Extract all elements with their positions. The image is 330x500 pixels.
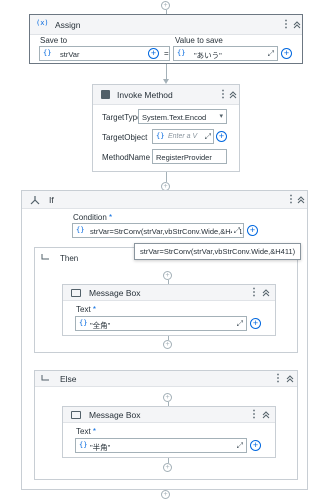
expression-icon: {} xyxy=(156,132,165,140)
expression-icon: {} xyxy=(79,319,88,327)
branch-arrow-icon xyxy=(41,254,49,260)
assign-activity[interactable]: (x) Assign ⋮ Save to Value to save {} st… xyxy=(29,14,303,64)
add-text-button[interactable]: + xyxy=(250,440,261,451)
expression-icon: {} xyxy=(43,49,52,57)
text-label: Text * xyxy=(76,427,97,436)
more-options-icon[interactable]: ⋮ xyxy=(218,89,228,101)
connector-line xyxy=(166,172,167,182)
invoke-method-activity[interactable]: Invoke Method ⋮ TargetType System.Text.E… xyxy=(92,84,240,172)
assign-icon: (x) xyxy=(36,19,49,27)
else-title: Else xyxy=(60,374,77,384)
invoke-header: Invoke Method ⋮ xyxy=(93,85,239,105)
text-field[interactable]: {} "半角" ⤢ xyxy=(75,438,247,453)
box-icon xyxy=(101,90,110,99)
message-box-header: Message Box ⋮ xyxy=(63,285,275,301)
target-type-select[interactable]: System.Text.Encod ▾ xyxy=(138,109,227,124)
add-activity-button[interactable]: + xyxy=(163,340,172,349)
condition-tooltip: strVar=StrConv(strVar,vbStrConv.Wide,&H4… xyxy=(134,243,302,260)
add-activity-button[interactable]: + xyxy=(163,393,172,402)
expand-editor-icon[interactable]: ⤢ xyxy=(268,49,274,59)
target-object-label: TargetObject xyxy=(102,133,148,142)
if-header: If ⋮ xyxy=(22,191,307,209)
assign-title: Assign xyxy=(55,20,81,30)
add-activity-bottom[interactable]: + xyxy=(161,490,170,499)
save-to-label: Save to xyxy=(40,36,68,45)
add-condition-button[interactable]: + xyxy=(247,225,258,236)
collapse-icon[interactable] xyxy=(296,195,306,205)
more-options-icon[interactable]: ⋮ xyxy=(249,287,259,299)
message-box-title: Message Box xyxy=(89,288,141,298)
message-box-header: Message Box ⋮ xyxy=(63,407,275,423)
collapse-icon[interactable] xyxy=(228,90,238,100)
expression-icon: {} xyxy=(76,226,85,234)
more-options-icon[interactable]: ⋮ xyxy=(273,373,283,385)
add-text-button[interactable]: + xyxy=(250,318,261,329)
value-to-save-field[interactable]: {} "あいう" ⤢ xyxy=(173,46,278,61)
add-value-button[interactable]: + xyxy=(281,48,292,59)
then-title: Then xyxy=(60,254,79,263)
message-icon xyxy=(71,411,81,419)
more-options-icon[interactable]: ⋮ xyxy=(249,409,259,421)
message-box-activity[interactable]: Message Box ⋮ Text * {} "全角" ⤢ + xyxy=(62,284,276,336)
condition-field[interactable]: {} strVar=StrConv(strVar,vbStrConv.Wide,… xyxy=(72,223,244,238)
message-box-title: Message Box xyxy=(89,410,141,420)
else-branch: Else ⋮ + Message Box ⋮ Text * {} "半角" ⤢ … xyxy=(34,370,298,480)
more-options-icon[interactable]: ⋮ xyxy=(286,194,296,206)
target-type-label: TargetType xyxy=(102,113,142,122)
message-icon xyxy=(71,289,81,297)
branch-arrow-icon xyxy=(41,375,49,381)
collapse-icon[interactable] xyxy=(285,374,295,384)
add-target-object-button[interactable]: + xyxy=(216,131,227,142)
chevron-down-icon: ▾ xyxy=(219,113,223,120)
expand-editor-icon[interactable]: ⤢ xyxy=(237,319,243,329)
value-to-save-label: Value to save xyxy=(175,36,223,45)
branch-icon xyxy=(30,196,40,205)
if-activity[interactable]: If ⋮ Condition * {} strVar=StrConv(strVa… xyxy=(21,190,308,490)
message-box-activity[interactable]: Message Box ⋮ Text * {} "半角" ⤢ + xyxy=(62,406,276,458)
assign-header: (x) Assign ⋮ xyxy=(30,15,302,35)
text-label: Text * xyxy=(76,305,97,314)
add-activity-button[interactable]: + xyxy=(163,271,172,280)
expand-editor-icon[interactable]: ⤢ xyxy=(237,441,243,451)
then-branch: Then + Message Box ⋮ Text * {} "全角" ⤢ + … xyxy=(34,247,298,353)
add-variable-button[interactable]: + xyxy=(148,48,159,59)
add-activity-button[interactable]: + xyxy=(163,463,172,472)
collapse-icon[interactable] xyxy=(292,20,302,30)
else-header: Else ⋮ xyxy=(35,371,297,387)
method-name-field[interactable]: RegisterProvider xyxy=(152,149,227,164)
add-activity-top[interactable]: + xyxy=(161,1,170,10)
expand-editor-icon[interactable]: ⤢ xyxy=(205,132,211,142)
collapse-icon[interactable] xyxy=(261,410,271,420)
connector-line xyxy=(166,64,167,80)
text-field[interactable]: {} "全角" ⤢ xyxy=(75,316,247,331)
if-title: If xyxy=(49,195,54,205)
expression-icon: {} xyxy=(177,49,186,57)
method-name-label: MethodName xyxy=(102,153,151,162)
collapse-icon[interactable] xyxy=(261,288,271,298)
more-options-icon[interactable]: ⋮ xyxy=(281,19,291,31)
target-object-field[interactable]: {} Enter a V ⤢ xyxy=(152,129,214,144)
expression-icon: {} xyxy=(79,441,88,449)
expand-editor-icon[interactable]: ⤢ xyxy=(231,226,240,236)
invoke-title: Invoke Method xyxy=(117,90,173,100)
condition-label: Condition * xyxy=(73,213,113,222)
equals-sign: = xyxy=(164,49,169,58)
